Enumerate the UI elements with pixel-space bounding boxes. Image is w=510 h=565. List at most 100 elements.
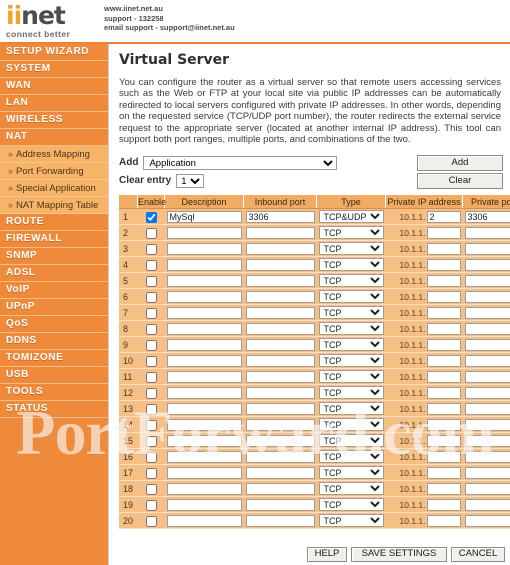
inbound-port-input[interactable]: [245, 242, 315, 255]
inbound-port-input[interactable]: [245, 498, 315, 511]
description-input[interactable]: [166, 450, 242, 463]
description-input[interactable]: [166, 338, 242, 351]
enable-checkbox[interactable]: [145, 323, 157, 335]
sidebar-item-qos[interactable]: QoS: [0, 316, 108, 333]
help-button[interactable]: HELP: [307, 547, 347, 562]
private-ip-input[interactable]: [426, 274, 461, 287]
inbound-port-input[interactable]: [245, 290, 315, 303]
description-input[interactable]: [166, 226, 242, 239]
private-ip-input[interactable]: [426, 258, 461, 271]
private-port-input[interactable]: [464, 242, 510, 255]
description-input[interactable]: [166, 354, 242, 367]
description-input[interactable]: [166, 290, 242, 303]
enable-checkbox[interactable]: [145, 355, 157, 367]
sidebar-subitem-port-forwarding[interactable]: » Port Forwarding: [0, 163, 108, 180]
inbound-port-input[interactable]: [245, 274, 315, 287]
private-ip-input[interactable]: [426, 290, 461, 303]
sidebar-subitem-address-mapping[interactable]: » Address Mapping: [0, 146, 108, 163]
application-select[interactable]: Application: [143, 155, 338, 170]
enable-checkbox[interactable]: [145, 259, 157, 271]
private-ip-input[interactable]: [426, 354, 461, 367]
description-input[interactable]: [166, 514, 242, 527]
type-select[interactable]: TCPUDPTCP&UDP: [318, 514, 384, 528]
sidebar-item-setup-wizard[interactable]: SETUP WIZARD: [0, 44, 108, 61]
type-select[interactable]: TCPUDPTCP&UDP: [318, 258, 384, 272]
private-ip-input[interactable]: [426, 418, 461, 431]
type-select[interactable]: TCPUDPTCP&UDP: [318, 434, 384, 448]
private-port-input[interactable]: [464, 290, 510, 303]
type-select[interactable]: TCPUDPTCP&UDP: [318, 210, 384, 224]
description-input[interactable]: [166, 434, 242, 447]
private-port-input[interactable]: [464, 322, 510, 335]
private-port-input[interactable]: [464, 210, 510, 223]
private-ip-input[interactable]: [426, 210, 461, 223]
enable-checkbox[interactable]: [145, 499, 157, 511]
private-ip-input[interactable]: [426, 450, 461, 463]
inbound-port-input[interactable]: [245, 418, 315, 431]
description-input[interactable]: [166, 210, 242, 223]
enable-checkbox[interactable]: [145, 291, 157, 303]
description-input[interactable]: [166, 482, 242, 495]
sidebar-item-system[interactable]: SYSTEM: [0, 61, 108, 78]
private-port-input[interactable]: [464, 418, 510, 431]
enable-checkbox[interactable]: [145, 371, 157, 383]
sidebar-item-wireless[interactable]: WIRELESS: [0, 112, 108, 129]
private-ip-input[interactable]: [426, 242, 461, 255]
sidebar-item-tools[interactable]: TOOLS: [0, 384, 108, 401]
type-select[interactable]: TCPUDPTCP&UDP: [318, 482, 384, 496]
inbound-port-input[interactable]: [245, 258, 315, 271]
sidebar-item-nat[interactable]: NAT: [0, 129, 108, 146]
enable-checkbox[interactable]: [145, 419, 157, 431]
sidebar-item-wan[interactable]: WAN: [0, 78, 108, 95]
description-input[interactable]: [166, 370, 242, 383]
private-port-input[interactable]: [464, 338, 510, 351]
sidebar-item-ddns[interactable]: DDNS: [0, 333, 108, 350]
description-input[interactable]: [166, 418, 242, 431]
private-ip-input[interactable]: [426, 434, 461, 447]
enable-checkbox[interactable]: [145, 435, 157, 447]
enable-checkbox[interactable]: [145, 467, 157, 479]
private-port-input[interactable]: [464, 466, 510, 479]
type-select[interactable]: TCPUDPTCP&UDP: [318, 450, 384, 464]
type-select[interactable]: TCPUDPTCP&UDP: [318, 386, 384, 400]
sidebar-item-status[interactable]: STATUS: [0, 401, 108, 418]
private-ip-input[interactable]: [426, 498, 461, 511]
private-ip-input[interactable]: [426, 482, 461, 495]
inbound-port-input[interactable]: [245, 450, 315, 463]
private-port-input[interactable]: [464, 370, 510, 383]
type-select[interactable]: TCPUDPTCP&UDP: [318, 226, 384, 240]
enable-checkbox[interactable]: [145, 451, 157, 463]
private-ip-input[interactable]: [426, 306, 461, 319]
private-ip-input[interactable]: [426, 226, 461, 239]
inbound-port-input[interactable]: [245, 210, 315, 223]
type-select[interactable]: TCPUDPTCP&UDP: [318, 306, 384, 320]
sidebar-item-adsl[interactable]: ADSL: [0, 265, 108, 282]
inbound-port-input[interactable]: [245, 322, 315, 335]
type-select[interactable]: TCPUDPTCP&UDP: [318, 466, 384, 480]
private-port-input[interactable]: [464, 306, 510, 319]
private-port-input[interactable]: [464, 402, 510, 415]
private-port-input[interactable]: [464, 386, 510, 399]
sidebar-item-voip[interactable]: VoIP: [0, 282, 108, 299]
inbound-port-input[interactable]: [245, 370, 315, 383]
type-select[interactable]: TCPUDPTCP&UDP: [318, 498, 384, 512]
type-select[interactable]: TCPUDPTCP&UDP: [318, 418, 384, 432]
save-settings-button[interactable]: SAVE SETTINGS: [351, 547, 447, 562]
sidebar-item-route[interactable]: ROUTE: [0, 214, 108, 231]
private-port-input[interactable]: [464, 354, 510, 367]
inbound-port-input[interactable]: [245, 466, 315, 479]
inbound-port-input[interactable]: [245, 482, 315, 495]
type-select[interactable]: TCPUDPTCP&UDP: [318, 338, 384, 352]
private-port-input[interactable]: [464, 482, 510, 495]
private-port-input[interactable]: [464, 434, 510, 447]
type-select[interactable]: TCPUDPTCP&UDP: [318, 322, 384, 336]
private-port-input[interactable]: [464, 274, 510, 287]
inbound-port-input[interactable]: [245, 226, 315, 239]
enable-checkbox[interactable]: [145, 339, 157, 351]
sidebar-item-firewall[interactable]: FIREWALL: [0, 231, 108, 248]
cancel-button[interactable]: CANCEL: [451, 547, 505, 562]
sidebar-item-upnp[interactable]: UPnP: [0, 299, 108, 316]
private-port-input[interactable]: [464, 226, 510, 239]
description-input[interactable]: [166, 274, 242, 287]
description-input[interactable]: [166, 258, 242, 271]
